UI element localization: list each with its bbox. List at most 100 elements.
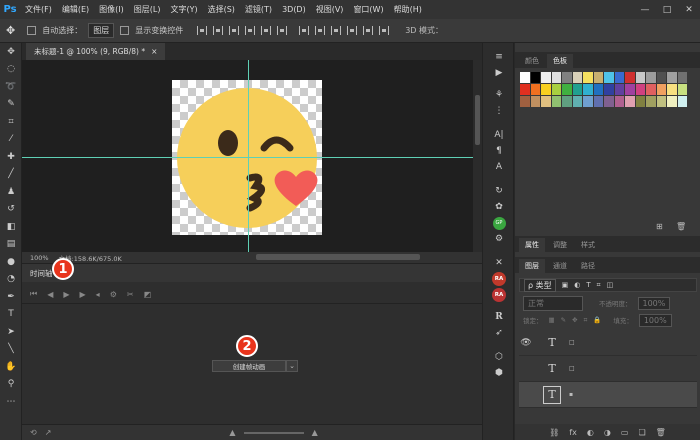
document-tab[interactable]: 未标题-1 @ 100% (9, RGB/8) * ×: [26, 43, 166, 60]
color-swatch[interactable]: [530, 84, 540, 95]
path-select-tool-icon[interactable]: ➤: [0, 323, 22, 341]
sliders-icon[interactable]: ⋮: [483, 103, 515, 119]
transition-icon[interactable]: ◩: [144, 290, 152, 299]
vertical-scroll-thumb[interactable]: [475, 95, 480, 145]
tab-paths[interactable]: 路径: [575, 259, 601, 273]
timeline-zoom-in-icon[interactable]: ▲: [312, 428, 318, 437]
menu-window[interactable]: 窗口(W): [348, 4, 388, 15]
split-icon[interactable]: ✂: [127, 290, 134, 299]
eraser-tool-icon[interactable]: ◧: [0, 218, 22, 236]
new-layer-icon[interactable]: ❏: [638, 428, 645, 437]
zoom-level[interactable]: 100%: [30, 254, 49, 262]
color-swatch[interactable]: [614, 84, 624, 95]
visibility-eye-icon[interactable]: 👁: [519, 338, 533, 348]
opacity-field[interactable]: 100%: [637, 296, 671, 310]
align-top-icon[interactable]: [197, 26, 208, 35]
timeline-zoom-out-icon[interactable]: ▲: [229, 428, 235, 437]
clone-stamp-tool-icon[interactable]: ♟: [0, 183, 22, 201]
color-swatch[interactable]: [593, 84, 603, 95]
move-tool-icon[interactable]: ✥: [0, 43, 22, 61]
color-swatch[interactable]: [604, 72, 614, 83]
marquee-tool-icon[interactable]: ◌: [0, 61, 22, 79]
color-swatch[interactable]: [562, 72, 572, 83]
eyedropper-tool-icon[interactable]: ⁄: [0, 131, 22, 149]
align-vcenter-icon[interactable]: [213, 26, 224, 35]
play-action-icon[interactable]: ▶: [483, 65, 515, 81]
color-swatch[interactable]: [667, 72, 677, 83]
lasso-tool-icon[interactable]: ➰: [0, 78, 22, 96]
play-icon[interactable]: ▶: [63, 290, 69, 299]
distribute-bottom-icon[interactable]: [331, 26, 342, 35]
vertical-guide[interactable]: [248, 60, 249, 252]
adjustments-icon[interactable]: ⚘: [483, 87, 515, 103]
restore-button[interactable]: □: [656, 0, 678, 19]
menu-select[interactable]: 选择(S): [203, 4, 240, 15]
color-swatch[interactable]: [667, 84, 677, 95]
menu-file[interactable]: 文件(F): [20, 4, 57, 15]
filter-type-icon[interactable]: T: [586, 281, 590, 289]
distribute-top-icon[interactable]: [299, 26, 310, 35]
pen-tool-icon[interactable]: ✒: [0, 288, 22, 306]
align-left-icon[interactable]: [245, 26, 256, 35]
layer-style-icon[interactable]: fx: [569, 428, 577, 437]
vertical-scrollbar[interactable]: [473, 60, 482, 252]
color-swatch[interactable]: [583, 84, 593, 95]
ra-plugin-alt-icon[interactable]: RA: [483, 287, 515, 303]
tab-swatches[interactable]: 色板: [547, 54, 573, 68]
history-brush-tool-icon[interactable]: ↺: [0, 201, 22, 219]
align-hcenter-icon[interactable]: [261, 26, 272, 35]
show-transform-checkbox[interactable]: [120, 26, 130, 35]
new-group-icon[interactable]: ▭: [621, 428, 629, 437]
close-button[interactable]: ✕: [678, 0, 700, 19]
distribute-right-icon[interactable]: [379, 26, 390, 35]
color-swatch[interactable]: [551, 72, 561, 83]
color-swatch[interactable]: [551, 84, 561, 95]
layer-name[interactable]: ▪: [569, 391, 573, 398]
filter-pixel-icon[interactable]: ▣: [562, 281, 569, 289]
blend-mode-dropdown[interactable]: 正常: [523, 295, 583, 311]
filter-smart-icon[interactable]: ◫: [607, 281, 614, 289]
tab-styles[interactable]: 样式: [575, 238, 601, 252]
timeline-zoom-slider[interactable]: [243, 431, 304, 434]
blur-tool-icon[interactable]: ●: [0, 253, 22, 271]
lock-move-icon[interactable]: ✥: [572, 316, 577, 324]
gear-icon[interactable]: ⚙: [483, 231, 515, 247]
tab-properties[interactable]: 属性: [519, 238, 545, 252]
move-tool-icon[interactable]: ✥: [6, 24, 15, 37]
color-swatch[interactable]: [604, 96, 614, 107]
layer-row[interactable]: T □: [519, 356, 697, 382]
align-right-icon[interactable]: [277, 26, 288, 35]
color-swatch[interactable]: [572, 84, 582, 95]
color-swatch[interactable]: [625, 96, 635, 107]
layer-mask-icon[interactable]: ◐: [587, 428, 594, 437]
green-plugin-icon[interactable]: GP: [483, 215, 515, 231]
color-swatch[interactable]: [520, 96, 530, 107]
refresh-icon[interactable]: ↻: [483, 183, 515, 199]
color-swatch[interactable]: [520, 84, 530, 95]
color-swatch[interactable]: [625, 72, 635, 83]
color-swatch[interactable]: [625, 84, 635, 95]
color-swatch[interactable]: [646, 96, 656, 107]
dodge-tool-icon[interactable]: ◔: [0, 271, 22, 289]
color-swatch[interactable]: [635, 96, 645, 107]
color-swatch[interactable]: [541, 84, 551, 95]
auto-select-dropdown[interactable]: 图层: [88, 23, 115, 38]
color-swatch[interactable]: [635, 84, 645, 95]
hand-tool-icon[interactable]: ✋: [0, 358, 22, 376]
tab-adjustments[interactable]: 调整: [547, 238, 573, 252]
color-swatch[interactable]: [562, 96, 572, 107]
color-swatch[interactable]: [656, 72, 666, 83]
menu-layer[interactable]: 图层(L): [129, 4, 166, 15]
color-swatch[interactable]: [572, 72, 582, 83]
tab-close-icon[interactable]: ×: [151, 47, 157, 56]
lock-transparent-icon[interactable]: ▦: [549, 316, 555, 324]
align-bottom-icon[interactable]: [229, 26, 240, 35]
horizontal-scroll-thumb[interactable]: [256, 254, 420, 260]
fill-field[interactable]: 100%: [638, 313, 672, 327]
layer-name[interactable]: □: [569, 339, 575, 346]
color-swatch[interactable]: [656, 84, 666, 95]
color-swatch[interactable]: [646, 72, 656, 83]
paragraph-icon[interactable]: ¶: [483, 143, 515, 159]
color-swatch[interactable]: [614, 72, 624, 83]
color-swatch[interactable]: [646, 84, 656, 95]
